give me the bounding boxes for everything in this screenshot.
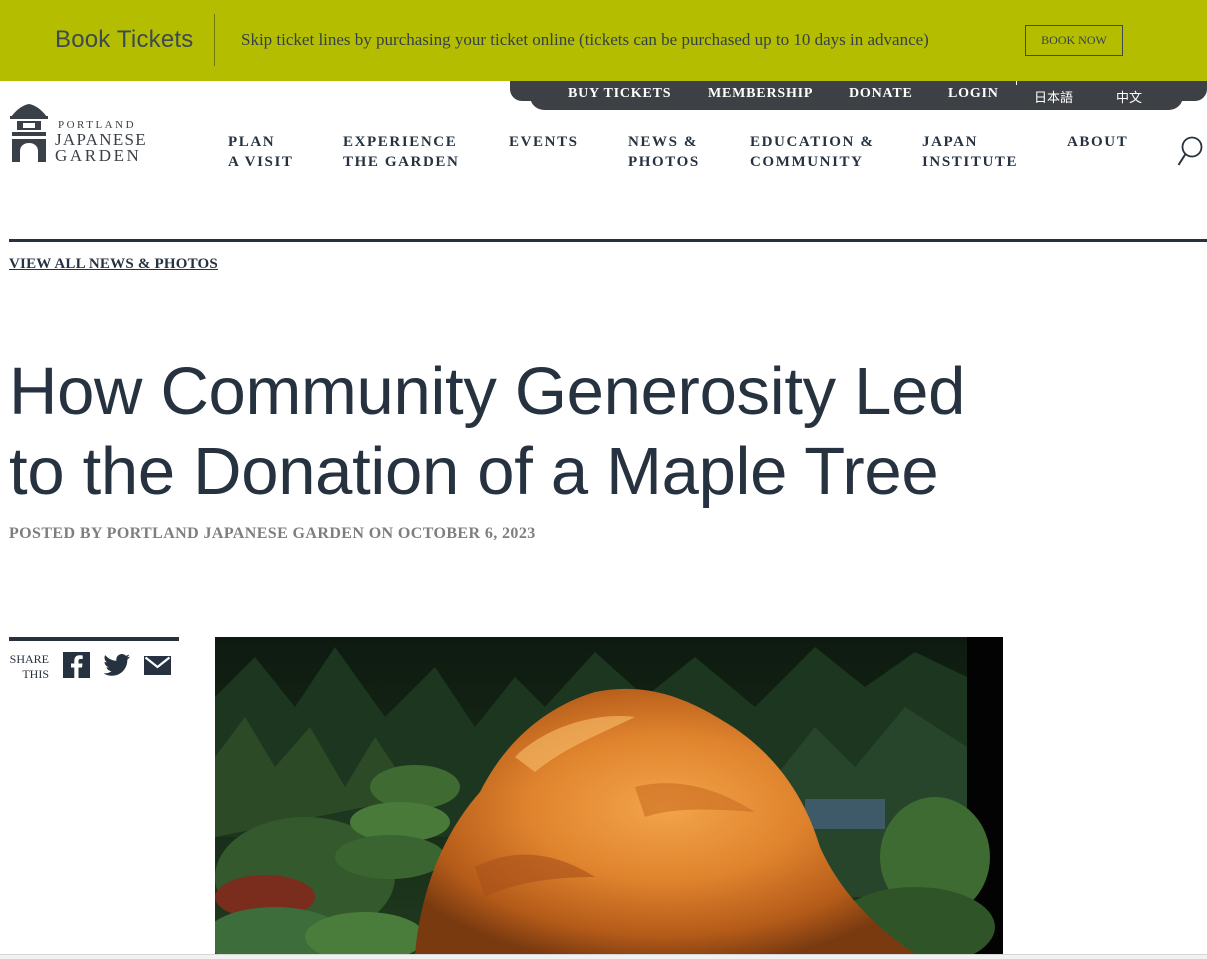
- nav-label-line1: JAPAN: [922, 134, 979, 150]
- language-japanese-link[interactable]: 日本語: [1034, 87, 1073, 106]
- share-email-button[interactable]: [144, 652, 171, 683]
- window-bottom-edge: [0, 954, 1207, 959]
- facebook-icon: [63, 652, 90, 678]
- share-label-line2: THIS: [22, 667, 49, 681]
- nav-label-line1: PLAN: [228, 134, 276, 150]
- promo-title: Book Tickets: [55, 26, 194, 53]
- nav-japan-institute[interactable]: JAPAN INSTITUTE: [922, 132, 1018, 172]
- article-title: How Community Generosity Led to the Dona…: [9, 352, 1009, 512]
- nav-label-line2: INSTITUTE: [922, 154, 1019, 170]
- nav-label-line1: EDUCATION &: [750, 134, 875, 150]
- book-now-button[interactable]: BOOK NOW: [1025, 25, 1123, 56]
- promo-divider: [214, 14, 215, 66]
- utility-bar-right-edge: [1180, 81, 1207, 101]
- share-divider: [9, 637, 179, 641]
- nav-label-line2: A VISIT: [228, 154, 294, 170]
- nav-label-line1: EVENTS: [509, 134, 579, 150]
- article-title-line1: How Community Generosity Led: [9, 354, 966, 429]
- nav-label-line2: THE GARDEN: [343, 154, 460, 170]
- nav-events[interactable]: EVENTS: [509, 132, 579, 152]
- view-all-news-link[interactable]: VIEW ALL NEWS & PHOTOS: [9, 256, 218, 273]
- email-icon: [144, 656, 171, 675]
- nav-label-line2: PHOTOS: [628, 154, 700, 170]
- ticket-promo-banner: Book Tickets Skip ticket lines by purcha…: [0, 0, 1207, 81]
- nav-plan-a-visit[interactable]: PLAN A VISIT: [228, 132, 294, 172]
- article-title-line2: to the Donation of a Maple Tree: [9, 434, 939, 509]
- membership-link[interactable]: MEMBERSHIP: [708, 86, 813, 102]
- maple-tree-photo: [215, 637, 1003, 954]
- nav-label-line2: COMMUNITY: [750, 154, 864, 170]
- article-byline: POSTED BY PORTLAND JAPANESE GARDEN ON OC…: [9, 525, 536, 542]
- buy-tickets-link[interactable]: BUY TICKETS: [568, 86, 671, 102]
- language-chinese-link[interactable]: 中文: [1116, 87, 1142, 106]
- nav-label-line1: NEWS &: [628, 134, 699, 150]
- twitter-icon: [103, 654, 130, 676]
- donate-link[interactable]: DONATE: [849, 86, 913, 102]
- lantern-logo-icon: [10, 104, 48, 162]
- login-link[interactable]: LOGIN: [948, 86, 999, 102]
- promo-text: Skip ticket lines by purchasing your tic…: [241, 30, 929, 49]
- utility-bar-left-edge: [510, 81, 532, 101]
- article-hero-image: [215, 637, 1003, 954]
- share-label: SHARE THIS: [9, 652, 49, 682]
- search-button[interactable]: [1176, 134, 1204, 168]
- nav-label-line1: EXPERIENCE: [343, 134, 458, 150]
- nav-experience-the-garden[interactable]: EXPERIENCE THE GARDEN: [343, 132, 459, 172]
- utility-nav-divider: [1016, 81, 1017, 85]
- section-divider: [9, 239, 1207, 242]
- site-logo[interactable]: PORTLAND JAPANESE GARDEN: [9, 103, 159, 165]
- logo-text-garden: GARDEN: [55, 146, 142, 165]
- share-label-line1: SHARE: [9, 652, 49, 666]
- nav-about[interactable]: ABOUT: [1067, 132, 1128, 152]
- nav-education-and-community[interactable]: EDUCATION & COMMUNITY: [750, 132, 874, 172]
- nav-label-line1: ABOUT: [1067, 134, 1129, 150]
- share-facebook-button[interactable]: [63, 652, 90, 683]
- search-icon: [1177, 136, 1203, 166]
- nav-news-and-photos[interactable]: NEWS & PHOTOS: [628, 132, 700, 172]
- share-twitter-button[interactable]: [103, 652, 131, 683]
